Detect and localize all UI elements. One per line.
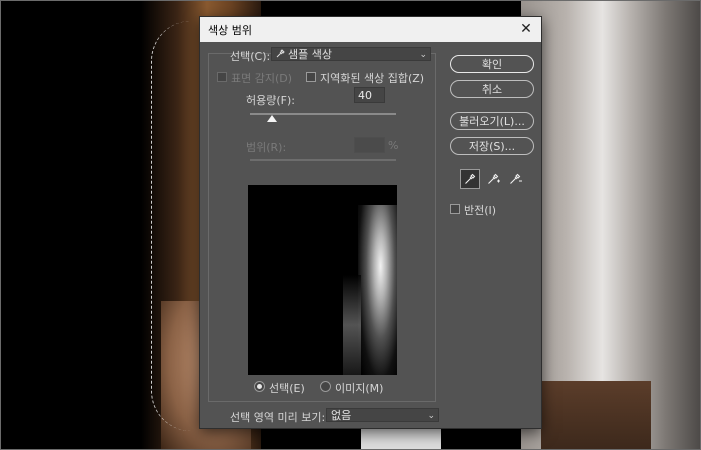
range-unit: % [388, 139, 399, 152]
detect-faces-checkbox[interactable] [217, 72, 227, 82]
photo-shirt [361, 426, 441, 449]
fuzziness-slider-thumb[interactable] [266, 115, 277, 122]
chevron-down-icon: ⌄ [419, 50, 427, 60]
selection-preview-dropdown[interactable]: 없음 ⌄ [326, 408, 439, 422]
dialog-titlebar[interactable]: 색상 범위 ✕ [200, 17, 541, 42]
radio-image[interactable] [320, 381, 331, 392]
radio-image-label: 이미지(M) [335, 382, 384, 395]
radio-selection-label: 선택(E) [269, 382, 305, 395]
ok-button[interactable]: 확인 [450, 55, 534, 73]
selection-preview-image[interactable] [248, 185, 397, 375]
select-dropdown[interactable]: 샘플 색상 ⌄ [271, 47, 431, 61]
close-icon[interactable]: ✕ [517, 20, 535, 38]
load-button[interactable]: 불러오기(L)... [450, 112, 534, 130]
save-button[interactable]: 저장(S)... [450, 137, 534, 155]
eyedropper-icon[interactable] [460, 169, 480, 189]
localized-clusters-label: 지역화된 색상 집합(Z) [320, 72, 425, 85]
eyedropper-plus-icon[interactable] [484, 169, 504, 189]
fuzziness-input[interactable]: 40 [354, 87, 385, 103]
selection-preview-value: 없음 [331, 409, 352, 422]
photo-hair-right [541, 381, 651, 449]
range-label: 범위(R): [246, 141, 287, 154]
range-slider-track[interactable] [250, 159, 396, 161]
eyedropper-minus-icon[interactable] [506, 169, 526, 189]
detect-faces-label: 표면 감지(D) [231, 72, 293, 85]
color-range-dialog: 색상 범위 ✕ 선택(C): 샘플 색상 ⌄ 표면 감지(D) 지역화된 색상 … [199, 16, 542, 429]
cancel-button[interactable]: 취소 [450, 80, 534, 98]
preview-hair-mask [343, 275, 361, 375]
select-value: 샘플 색상 [288, 48, 332, 61]
select-label: 선택(C): [230, 50, 271, 63]
range-input[interactable] [354, 137, 385, 153]
invert-label: 반전(I) [464, 204, 497, 217]
localized-clusters-checkbox[interactable] [306, 72, 316, 82]
eyedropper-small-icon [276, 48, 285, 61]
photo-dark-area [1, 1, 161, 449]
selection-preview-label: 선택 영역 미리 보기: [230, 411, 326, 424]
dialog-title: 색상 범위 [208, 23, 252, 37]
radio-selection[interactable] [254, 381, 265, 392]
chevron-down-icon: ⌄ [427, 411, 435, 421]
preview-face-mask [358, 205, 397, 375]
fuzziness-label: 허용량(F): [246, 94, 295, 107]
invert-checkbox[interactable] [450, 204, 460, 214]
